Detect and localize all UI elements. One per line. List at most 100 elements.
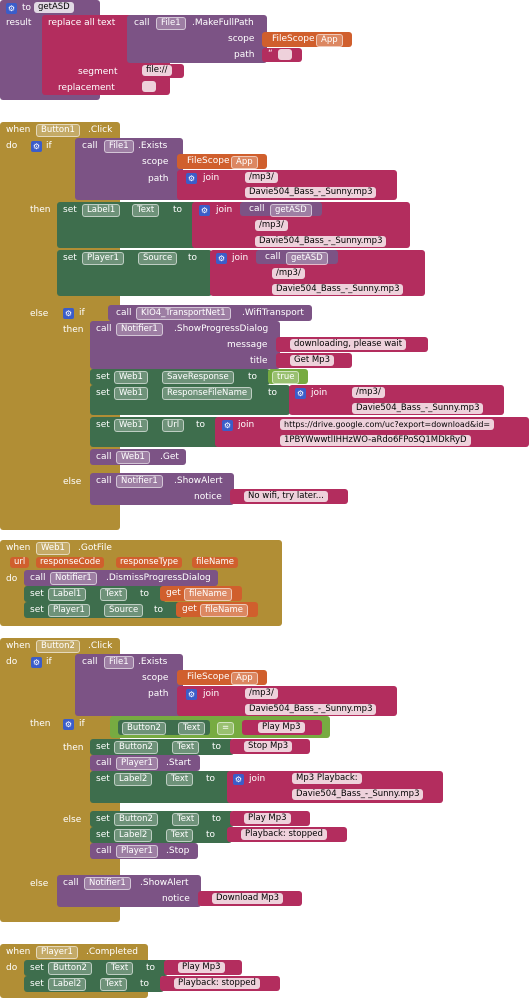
stop-mp3-text-field[interactable]: Stop Mp3	[244, 741, 293, 752]
filename-dropdown[interactable]: fileName	[200, 604, 249, 617]
gear-icon[interactable]: ⚙	[186, 173, 197, 184]
web1-dropdown[interactable]: Web1	[36, 542, 70, 555]
gear-icon[interactable]: ⚙	[186, 689, 197, 700]
text-property-dropdown[interactable]: Text	[166, 829, 194, 842]
path-segment-2[interactable]: Davie504_Bass_-_Sunny.mp3	[245, 187, 377, 198]
button2-dropdown[interactable]: Button2	[122, 722, 166, 735]
getasd-dropdown[interactable]: getASD	[286, 252, 328, 265]
notifier1-dropdown[interactable]: Notifier1	[116, 475, 163, 488]
procedure-name-field[interactable]: getASD	[34, 2, 74, 13]
playback-stopped-text-field[interactable]: Playback: stopped	[174, 978, 260, 989]
url-param[interactable]: url	[10, 557, 30, 568]
player1-dropdown[interactable]: Player1	[36, 946, 78, 959]
text-property-dropdown[interactable]: Text	[172, 813, 200, 826]
responsefilename-property-dropdown[interactable]: ResponseFileName	[162, 387, 253, 400]
scope-value-dropdown[interactable]: App	[231, 672, 258, 685]
web1-dropdown[interactable]: Web1	[114, 371, 148, 384]
player1-dropdown[interactable]: Player1	[82, 252, 124, 265]
filename-param[interactable]: fileName	[192, 557, 239, 568]
path-segment-2[interactable]: Davie504_Bass_-_Sunny.mp3	[272, 284, 404, 295]
true-dropdown[interactable]: true	[272, 371, 300, 384]
path-segment-1[interactable]: /mp3/	[255, 220, 288, 231]
gear-icon[interactable]: ⚙	[216, 253, 227, 264]
message-label: message	[227, 340, 268, 350]
web1-dropdown[interactable]: Web1	[114, 387, 148, 400]
path-segment-1[interactable]: /mp3/	[272, 268, 305, 279]
path-segment-1[interactable]: /mp3/	[245, 688, 278, 699]
source-property-dropdown[interactable]: Source	[104, 604, 144, 617]
file-component-dropdown[interactable]: File1	[156, 17, 186, 30]
playback-stopped-text-field[interactable]: Playback: stopped	[241, 829, 327, 840]
player1-dropdown[interactable]: Player1	[116, 845, 158, 858]
gear-icon[interactable]: ⚙	[295, 388, 306, 399]
message-text-field[interactable]: downloading, please wait	[290, 339, 407, 350]
download-mp3-text-field[interactable]: Download Mp3	[212, 893, 284, 904]
segment-text-field[interactable]: file://	[142, 65, 172, 76]
gear-icon[interactable]: ⚙	[199, 205, 210, 216]
gear-icon[interactable]: ⚙	[63, 719, 74, 730]
text-property-dropdown[interactable]: Text	[178, 722, 206, 735]
responsecode-param[interactable]: responseCode	[36, 557, 105, 568]
filename-dropdown[interactable]: fileName	[184, 588, 233, 601]
url-segment-2[interactable]: 1PBYWwwtlIHHzWO-aRdo6FPoSQ1MDkRyD	[280, 435, 471, 446]
label1-dropdown[interactable]: Label1	[48, 588, 87, 601]
gear-icon[interactable]: ⚙	[31, 657, 42, 668]
button2-dropdown[interactable]: Button2	[36, 640, 80, 653]
text-property-dropdown[interactable]: Text	[100, 588, 128, 601]
path-label: path	[148, 174, 169, 184]
replacement-text-field[interactable]	[142, 81, 156, 92]
responsetype-param[interactable]: responseType	[116, 557, 183, 568]
file1-dropdown[interactable]: File1	[104, 140, 134, 153]
text-property-dropdown[interactable]: Text	[166, 773, 194, 786]
join-label: join	[249, 774, 266, 784]
text-property-dropdown[interactable]: Text	[172, 741, 200, 754]
text-property-dropdown[interactable]: Text	[132, 204, 160, 217]
scope-value-dropdown[interactable]: App	[316, 34, 343, 47]
mp3-playback-text-field[interactable]: Mp3 Playback:	[292, 773, 362, 784]
path-segment-2[interactable]: Davie504_Bass_-_Sunny.mp3	[245, 704, 377, 715]
label2-dropdown[interactable]: Label2	[48, 978, 87, 991]
gear-icon[interactable]: ⚙	[222, 420, 233, 431]
gear-icon[interactable]: ⚙	[63, 308, 74, 319]
notice-text-field[interactable]: No wifi, try later...	[244, 491, 328, 502]
label1-dropdown[interactable]: Label1	[82, 204, 121, 217]
gear-icon[interactable]: ⚙	[6, 3, 17, 14]
equals-dropdown[interactable]: =	[217, 722, 235, 735]
source-property-dropdown[interactable]: Source	[138, 252, 178, 265]
scope-value-dropdown[interactable]: App	[231, 156, 258, 169]
play-mp3-text-field[interactable]: Play Mp3	[258, 722, 305, 733]
title-text-field[interactable]: Get Mp3	[290, 355, 334, 366]
notifier1-dropdown[interactable]: Notifier1	[84, 877, 131, 890]
label2-dropdown[interactable]: Label2	[114, 829, 153, 842]
path-segment-2[interactable]: Davie504_Bass_-_Sunny.mp3	[292, 789, 424, 800]
button2-dropdown[interactable]: Button2	[114, 741, 158, 754]
gear-icon[interactable]: ⚙	[31, 141, 42, 152]
button1-dropdown[interactable]: Button1	[36, 124, 80, 137]
web1-dropdown[interactable]: Web1	[116, 451, 150, 464]
path-segment-2[interactable]: Davie504_Bass_-_Sunny.mp3	[255, 236, 387, 247]
text-property-dropdown[interactable]: Text	[106, 962, 134, 975]
play-mp3-text-field[interactable]: Play Mp3	[178, 962, 225, 973]
play-mp3-text-field[interactable]: Play Mp3	[244, 813, 291, 824]
button2-dropdown[interactable]: Button2	[114, 813, 158, 826]
gear-icon[interactable]: ⚙	[233, 774, 244, 785]
getasd-dropdown[interactable]: getASD	[270, 204, 312, 217]
player1-dropdown[interactable]: Player1	[48, 604, 90, 617]
file1-dropdown[interactable]: File1	[104, 656, 134, 669]
web1-dropdown[interactable]: Web1	[114, 419, 148, 432]
kio4-dropdown[interactable]: KIO4_TransportNet1	[136, 307, 231, 320]
button2-dropdown[interactable]: Button2	[48, 962, 92, 975]
text-property-dropdown[interactable]: Text	[100, 978, 128, 991]
saveresponse-property-dropdown[interactable]: SaveResponse	[162, 371, 234, 384]
notifier1-dropdown[interactable]: Notifier1	[116, 323, 163, 336]
url-segment-1[interactable]: https://drive.google.com/uc?export=downl…	[280, 419, 495, 430]
label2-dropdown[interactable]: Label2	[114, 773, 153, 786]
path-segment-1[interactable]: /mp3/	[352, 387, 385, 398]
path-segment-1[interactable]: /mp3/	[245, 172, 278, 183]
if-label: if	[46, 141, 52, 151]
url-property-dropdown[interactable]: Url	[162, 419, 185, 432]
player1-dropdown[interactable]: Player1	[116, 757, 158, 770]
notifier1-dropdown[interactable]: Notifier1	[50, 572, 97, 585]
path-text-field[interactable]	[278, 49, 292, 60]
path-segment-2[interactable]: Davie504_Bass_-_Sunny.mp3	[352, 403, 484, 414]
